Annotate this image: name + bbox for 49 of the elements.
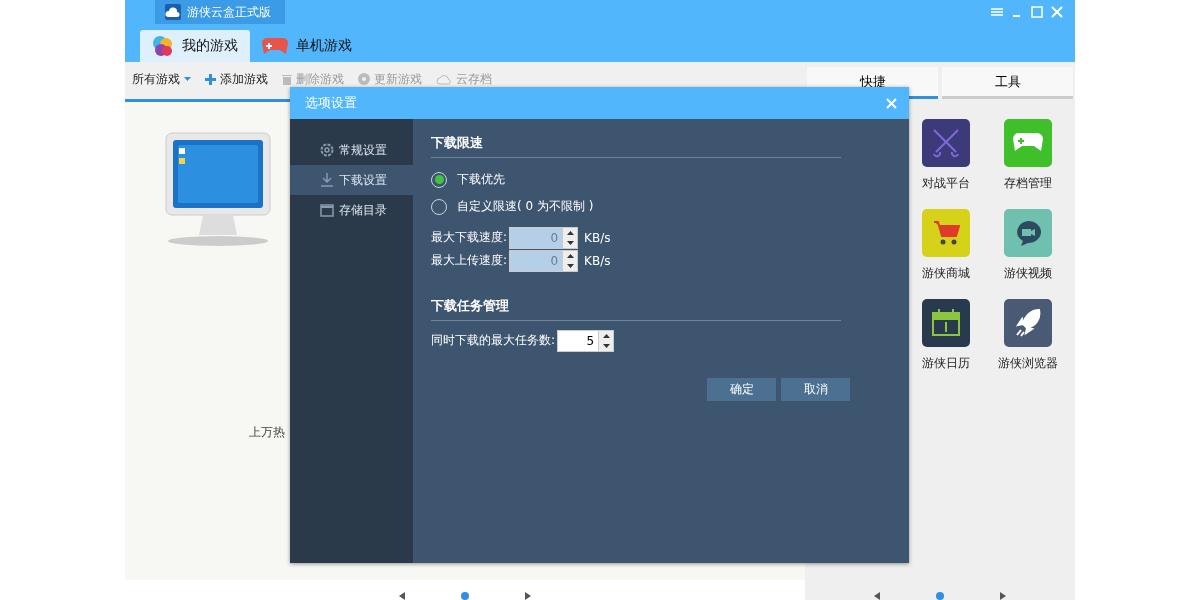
next-arrow-icon[interactable] xyxy=(525,592,531,600)
colored-circles-icon xyxy=(152,35,174,57)
field-label: 同时下载的最大任务数: xyxy=(431,332,556,349)
previous-arrow-icon[interactable] xyxy=(874,592,880,600)
next-arrow-icon[interactable] xyxy=(1000,592,1006,600)
field-label: 最大下载速度: xyxy=(431,229,508,246)
unit-label: KB/s xyxy=(584,253,611,268)
plus-icon xyxy=(205,73,216,85)
nav-item[interactable]: 常规设置 xyxy=(290,135,413,165)
gamepad-icon xyxy=(262,38,288,54)
number-field[interactable]: 5 xyxy=(557,329,615,352)
gamepad-icon xyxy=(1013,133,1043,153)
nav-item[interactable]: 下载设置 xyxy=(290,165,413,195)
download-icon xyxy=(320,173,334,187)
trash-icon xyxy=(282,73,292,85)
previous-arrow-icon[interactable] xyxy=(399,592,405,600)
disc-icon xyxy=(358,73,370,85)
crossed-swords-icon xyxy=(930,128,962,158)
cart-icon xyxy=(932,220,960,246)
chat-camera-icon xyxy=(1014,220,1042,246)
page-dot-icon[interactable] xyxy=(461,592,469,600)
caret-icon xyxy=(184,77,191,81)
toolbar-button[interactable]: 添加游戏 xyxy=(205,70,268,88)
dialog-button[interactable]: 确定 xyxy=(707,378,776,401)
settings-icon xyxy=(320,143,334,157)
main-tab[interactable]: 单机游戏 xyxy=(250,30,364,62)
cloud-icon xyxy=(436,73,452,85)
rocket-icon xyxy=(1015,309,1041,337)
library-caption: 上万热 xyxy=(249,424,285,441)
section-heading: 下载任务管理 xyxy=(431,298,841,321)
dialog-button[interactable]: 取消 xyxy=(781,378,850,401)
window-icon xyxy=(320,203,334,217)
shortcut-item[interactable]: 存档管理 xyxy=(987,119,1069,192)
app-title: 游侠云盒正式版 xyxy=(155,0,285,24)
shortcut-item[interactable]: 游侠视频 xyxy=(987,209,1069,282)
section-heading: 下载限速 xyxy=(431,135,841,158)
nav-item[interactable]: 存储目录 xyxy=(290,195,413,225)
toolbar-button[interactable]: 所有游戏 xyxy=(132,70,191,88)
page-dot-icon[interactable] xyxy=(936,592,944,600)
cloud-box-icon xyxy=(165,4,181,20)
shortcut-item[interactable]: 游侠浏览器 xyxy=(987,299,1069,372)
dialog-title: 选项设置 xyxy=(305,94,357,112)
spin-arrows-icon[interactable] xyxy=(598,330,614,351)
calendar-icon xyxy=(931,309,961,337)
field-label: 最大上传速度: xyxy=(431,252,508,269)
shortcut-item[interactable]: 游侠日历 xyxy=(905,299,987,372)
main-tab[interactable]: 我的游戏 xyxy=(140,30,250,62)
panel-tab[interactable]: 工具 xyxy=(942,67,1073,99)
unit-label: KB/s xyxy=(584,230,611,245)
